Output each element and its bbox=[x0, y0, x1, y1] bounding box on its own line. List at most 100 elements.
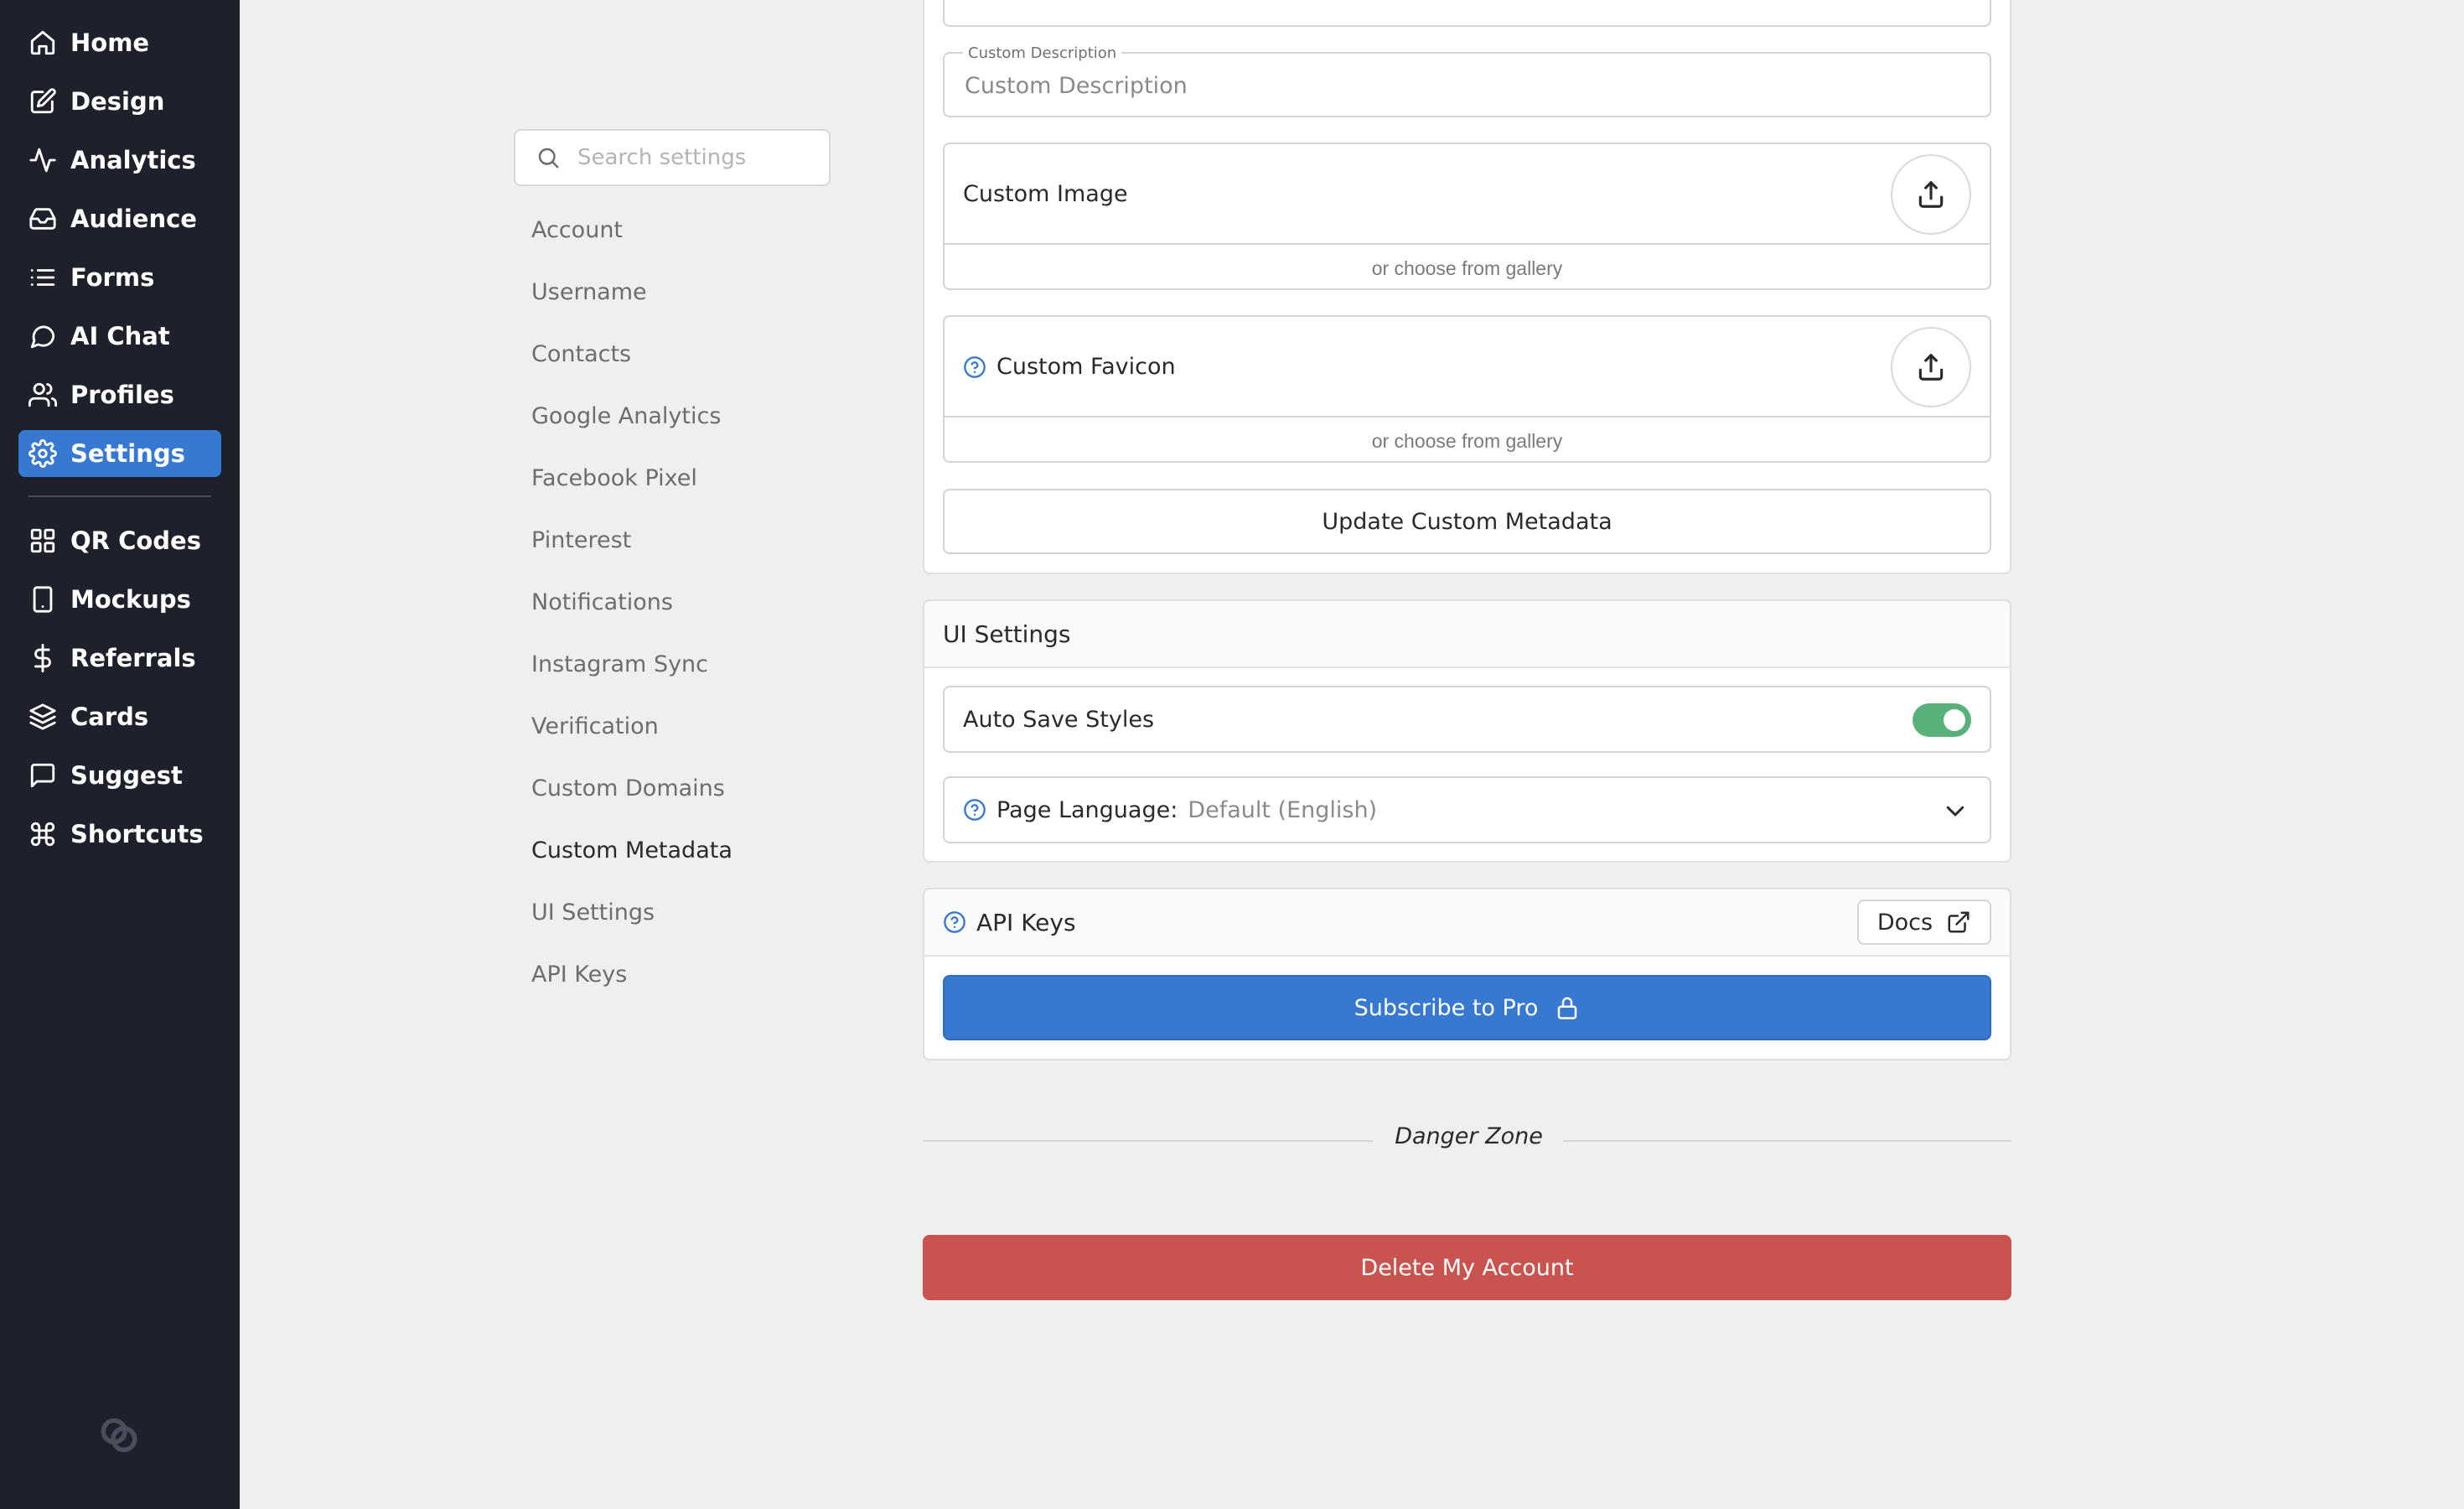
settings-search[interactable] bbox=[514, 129, 831, 186]
custom-image-upload: Custom Image or choose from gallery bbox=[943, 143, 1991, 290]
settings-nav-google-analytics[interactable]: Google Analytics bbox=[531, 403, 721, 429]
search-icon bbox=[538, 148, 559, 169]
sidebar-item-mockups[interactable]: Mockups bbox=[18, 576, 221, 623]
ui-settings-header: UI Settings bbox=[924, 601, 2010, 668]
custom-favicon-label-text: Custom Favicon bbox=[996, 354, 1176, 380]
chat-bubble-icon bbox=[30, 325, 55, 349]
inbox-icon bbox=[29, 208, 56, 230]
command-icon bbox=[30, 822, 55, 847]
upload-icon bbox=[1918, 181, 1944, 208]
sidebar-item-label: QR Codes bbox=[70, 526, 201, 555]
sidebar-item-label: Cards bbox=[70, 703, 149, 731]
sidebar-item-label: Profiles bbox=[70, 381, 174, 409]
delete-account-button[interactable]: Delete My Account bbox=[923, 1235, 2011, 1300]
auto-save-styles-row: Auto Save Styles bbox=[943, 686, 1991, 753]
toggle-knob bbox=[1944, 709, 1965, 731]
sidebar-item-analytics[interactable]: Analytics bbox=[18, 137, 221, 184]
custom-favicon-upload: Custom Favicon or choose from gallery bbox=[943, 315, 1991, 463]
danger-zone-title: Danger Zone bbox=[1395, 1123, 1543, 1149]
sidebar-item-qr-codes[interactable]: QR Codes bbox=[18, 517, 221, 564]
auto-save-styles-toggle[interactable] bbox=[1913, 703, 1971, 737]
settings-nav-notifications[interactable]: Notifications bbox=[531, 589, 673, 615]
sidebar-item-label: Forms bbox=[70, 263, 155, 292]
sidebar-item-design[interactable]: Design bbox=[18, 78, 221, 125]
sidebar-item-ai-chat[interactable]: AI Chat bbox=[18, 313, 221, 360]
sidebar-item-label: Design bbox=[70, 87, 165, 116]
subscribe-to-pro-button[interactable]: Subscribe to Pro bbox=[943, 975, 1991, 1040]
edit-icon bbox=[30, 88, 56, 114]
custom-image-label: Custom Image bbox=[963, 181, 1128, 207]
custom-image-gallery-link[interactable]: or choose from gallery bbox=[945, 246, 1990, 290]
message-square-icon bbox=[30, 763, 55, 788]
settings-nav-contacts[interactable]: Contacts bbox=[531, 341, 631, 367]
page-language-value: Default (English) bbox=[1188, 796, 1378, 823]
custom-description-label: Custom Description bbox=[963, 44, 1122, 62]
settings-nav-custom-domains[interactable]: Custom Domains bbox=[531, 775, 725, 801]
settings-nav-instagram-sync[interactable]: Instagram Sync bbox=[531, 651, 708, 677]
sidebar-item-label: Analytics bbox=[70, 146, 196, 174]
danger-zone-divider-right bbox=[1563, 1140, 2011, 1142]
settings-nav-custom-metadata[interactable]: Custom Metadata bbox=[531, 837, 732, 863]
help-circle-icon[interactable] bbox=[943, 910, 966, 934]
sidebar-item-label: Referrals bbox=[70, 644, 196, 672]
app-sidebar: Home Design Analytics Audience Forms AI … bbox=[0, 0, 240, 1509]
auto-save-styles-label-text: Auto Save Styles bbox=[963, 706, 1155, 733]
sidebar-item-audience[interactable]: Audience bbox=[18, 195, 221, 242]
sidebar-item-shortcuts[interactable]: Shortcuts bbox=[18, 811, 221, 858]
danger-zone-divider-left bbox=[923, 1140, 1373, 1142]
update-custom-metadata-button[interactable]: Update Custom Metadata bbox=[943, 489, 1991, 554]
custom-favicon-upload-button[interactable] bbox=[1891, 327, 1971, 407]
custom-image-row: Custom Image bbox=[945, 144, 1990, 245]
grid-icon bbox=[30, 528, 55, 553]
custom-favicon-gallery-link[interactable]: or choose from gallery bbox=[945, 419, 1990, 463]
sidebar-item-cards[interactable]: Cards bbox=[18, 693, 221, 740]
settings-nav-username[interactable]: Username bbox=[531, 279, 647, 305]
home-icon bbox=[30, 30, 55, 55]
sidebar-item-home[interactable]: Home bbox=[18, 19, 221, 66]
settings-nav-facebook-pixel[interactable]: Facebook Pixel bbox=[531, 465, 697, 491]
docs-button-label: Docs bbox=[1876, 909, 1933, 936]
sidebar-item-suggest[interactable]: Suggest bbox=[18, 752, 221, 799]
lock-icon bbox=[1558, 997, 1577, 1019]
custom-description-input[interactable] bbox=[963, 72, 1969, 100]
auto-save-styles-label: Auto Save Styles bbox=[963, 687, 1154, 751]
sidebar-item-settings[interactable]: Settings bbox=[18, 430, 221, 477]
settings-nav-ui-settings[interactable]: UI Settings bbox=[531, 900, 655, 926]
brand-logo-icon bbox=[101, 1418, 137, 1453]
sidebar-item-profiles[interactable]: Profiles bbox=[18, 371, 221, 418]
docs-button[interactable]: Docs bbox=[1857, 900, 1991, 945]
api-keys-header: API Keys bbox=[924, 889, 2010, 957]
settings-nav-account[interactable]: Account bbox=[531, 217, 623, 243]
settings-nav-verification[interactable]: Verification bbox=[531, 713, 659, 739]
sidebar-item-forms[interactable]: Forms bbox=[18, 254, 221, 301]
api-keys-title: API Keys bbox=[976, 908, 1076, 936]
search-input[interactable] bbox=[576, 144, 819, 171]
custom-favicon-row: Custom Favicon bbox=[945, 317, 1990, 417]
sidebar-item-label: Mockups bbox=[70, 585, 191, 614]
help-circle-icon[interactable] bbox=[963, 798, 986, 822]
clipped-field bbox=[943, 0, 1991, 27]
sidebar-item-referrals[interactable]: Referrals bbox=[18, 635, 221, 682]
layers-icon bbox=[29, 703, 56, 730]
phone-icon bbox=[33, 586, 53, 613]
list-icon bbox=[30, 269, 55, 286]
sidebar-item-label: AI Chat bbox=[70, 322, 170, 350]
page-language-select[interactable]: Page Language: Default (English) bbox=[943, 776, 1991, 843]
sidebar-item-label: Settings bbox=[70, 439, 185, 468]
custom-image-upload-button[interactable] bbox=[1891, 154, 1971, 235]
external-link-icon bbox=[1948, 911, 1970, 933]
users-icon bbox=[28, 382, 57, 407]
gear-icon bbox=[28, 439, 57, 468]
custom-description-field[interactable]: Custom Description bbox=[943, 44, 1991, 117]
chevron-down-icon[interactable] bbox=[1943, 798, 1968, 823]
sidebar-item-label: Shortcuts bbox=[70, 820, 204, 848]
page-language-label-text: Page Language: bbox=[996, 796, 1178, 823]
settings-nav-pinterest[interactable]: Pinterest bbox=[531, 527, 631, 553]
custom-image-label-text: Custom Image bbox=[963, 181, 1128, 207]
upload-icon bbox=[1918, 354, 1944, 381]
ui-settings-title: UI Settings bbox=[943, 620, 1071, 648]
help-circle-icon[interactable] bbox=[963, 355, 986, 379]
sidebar-divider bbox=[28, 495, 211, 497]
settings-nav-api-keys[interactable]: API Keys bbox=[531, 962, 627, 988]
sidebar-item-label: Home bbox=[70, 29, 150, 57]
